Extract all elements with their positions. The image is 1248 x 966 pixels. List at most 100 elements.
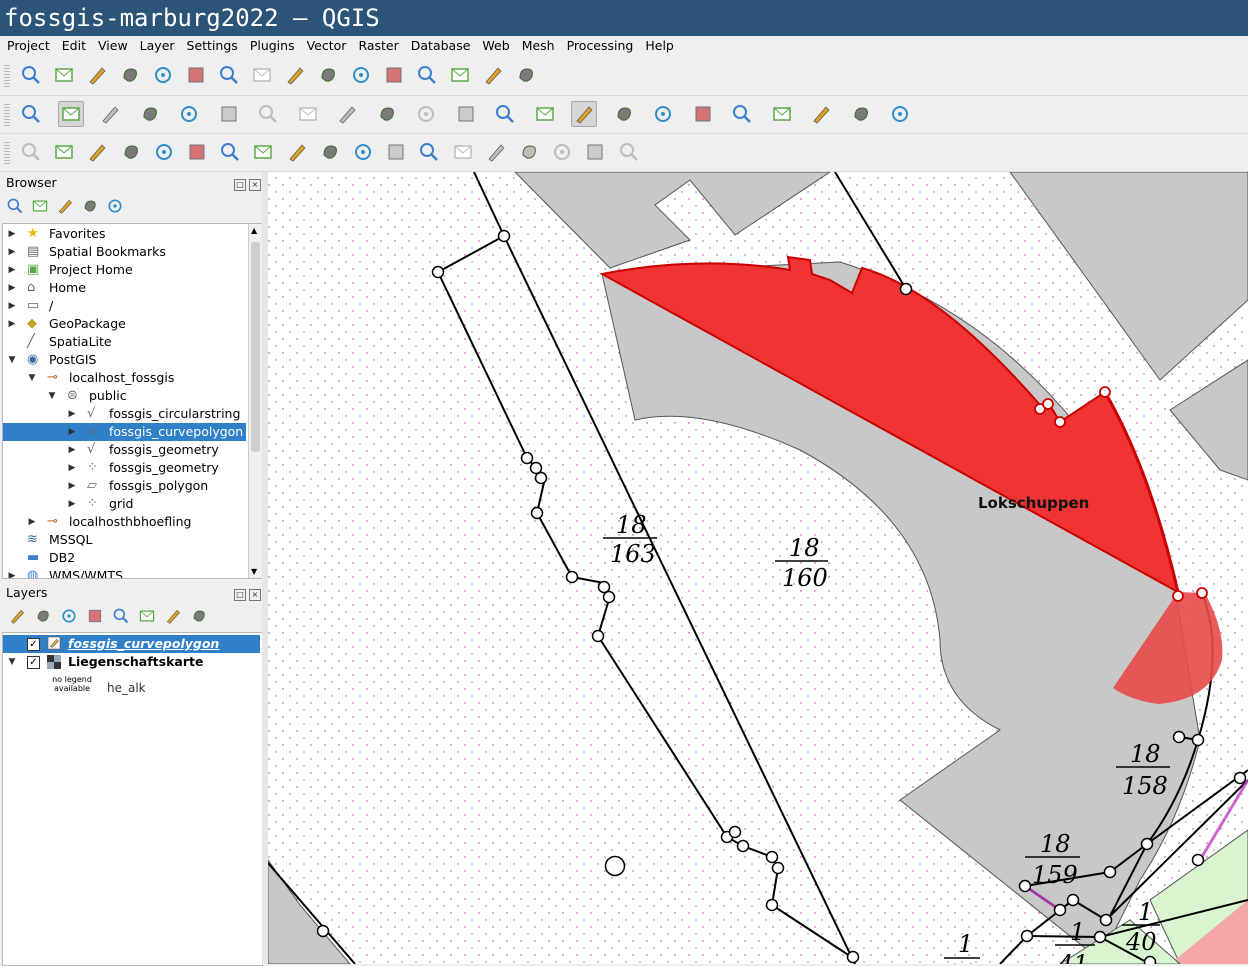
browser-item-public[interactable]: ▼ ⊜ public: [3, 387, 246, 405]
simplify-icon[interactable]: [151, 139, 177, 165]
expand-arrow-icon[interactable]: ▶: [7, 261, 17, 279]
expand-arrow-icon[interactable]: ▶: [67, 459, 77, 477]
add-ring-icon[interactable]: [184, 139, 210, 165]
browser-item-db2[interactable]: ▬ DB2: [3, 549, 246, 567]
save-edits-icon[interactable]: [97, 101, 123, 127]
expand-arrow-icon[interactable]: ▶: [67, 441, 77, 459]
toolbar-handle[interactable]: [4, 142, 10, 164]
float-icon[interactable]: □: [234, 179, 246, 191]
expand-arrow-icon[interactable]: ▶: [67, 495, 77, 513]
scrollbar-thumb[interactable]: [251, 242, 260, 452]
browser-item-home[interactable]: ▶ ⌂ Home: [3, 279, 246, 297]
browser-item-project-home[interactable]: ▶ ▣ Project Home: [3, 261, 246, 279]
collapse-all-icon[interactable]: [81, 197, 99, 215]
refresh-icon[interactable]: [31, 197, 49, 215]
select-by-value-icon[interactable]: [808, 101, 834, 127]
collapse-arrow-icon[interactable]: ▼: [27, 369, 37, 387]
scroll-down-icon[interactable]: ▼: [251, 567, 257, 576]
rotate-point-icon[interactable]: [549, 139, 575, 165]
collapse-arrow-icon[interactable]: ▼: [7, 351, 17, 369]
select-features-icon[interactable]: [769, 101, 795, 127]
expand-arrow-icon[interactable]: ▶: [7, 243, 17, 261]
zoom-full-icon[interactable]: [150, 62, 176, 88]
add-feature-icon[interactable]: [137, 101, 163, 127]
toggle-editing-icon[interactable]: [57, 101, 84, 127]
collapse-arrow-icon[interactable]: ▼: [47, 387, 57, 405]
float-icon[interactable]: □: [234, 589, 246, 601]
close-icon[interactable]: ×: [249, 589, 261, 601]
copy-features-icon[interactable]: [334, 101, 360, 127]
browser-item-fossgis-geometry[interactable]: ▶ ⁘ fossgis_geometry: [3, 459, 246, 477]
layer-row-curvepolygon[interactable]: ✓ fossgis_curvepolygon: [3, 635, 260, 653]
zoom-last-icon[interactable]: [282, 62, 308, 88]
split-parts-icon[interactable]: [450, 139, 476, 165]
cut-features-icon[interactable]: [295, 101, 321, 127]
identify-features-icon[interactable]: [532, 101, 558, 127]
paste-features-icon[interactable]: [374, 101, 400, 127]
current-edits-icon[interactable]: [18, 101, 44, 127]
browser-item-mssql[interactable]: ≋ MSSQL: [3, 531, 246, 549]
menu-plugins[interactable]: Plugins: [245, 36, 300, 56]
browser-scrollbar[interactable]: ▲ ▼: [248, 224, 262, 578]
layer-row-liegenschaftskarte[interactable]: ▼ ✓ Liegenschaftskarte: [3, 653, 260, 671]
toolbar-handle[interactable]: [4, 65, 10, 87]
split-features-icon[interactable]: [416, 139, 442, 165]
add-part-icon[interactable]: [217, 139, 243, 165]
menu-view[interactable]: View: [93, 36, 133, 56]
zoom-out-icon[interactable]: [117, 62, 143, 88]
visibility-icon[interactable]: [60, 607, 78, 625]
pan-to-selection-icon[interactable]: [51, 62, 77, 88]
zoom-next-icon[interactable]: [315, 62, 341, 88]
collapse-all-icon[interactable]: [164, 607, 182, 625]
new-bookmark-icon[interactable]: [414, 62, 440, 88]
reverse-line-icon[interactable]: [582, 139, 608, 165]
delete-ring-icon[interactable]: [284, 139, 310, 165]
menu-database[interactable]: Database: [406, 36, 476, 56]
menu-settings[interactable]: Settings: [182, 36, 243, 56]
menu-processing[interactable]: Processing: [562, 36, 639, 56]
expand-arrow-icon[interactable]: ▶: [67, 423, 77, 441]
menu-layer[interactable]: Layer: [135, 36, 180, 56]
browser-item-postgis[interactable]: ▼ ◉ PostGIS: [3, 351, 246, 369]
merge-selected-icon[interactable]: [483, 139, 509, 165]
remove-layer-icon[interactable]: [190, 607, 208, 625]
refresh-icon[interactable]: [513, 62, 539, 88]
expand-arrow-icon[interactable]: ▶: [27, 513, 37, 531]
redo-icon[interactable]: [453, 101, 479, 127]
vertex-tool-icon[interactable]: [176, 101, 202, 127]
zoom-native-icon[interactable]: [249, 62, 275, 88]
browser-item-[interactable]: ▶ ▭ /: [3, 297, 246, 315]
browser-item-fossgis-polygon[interactable]: ▶ ▱ fossgis_polygon: [3, 477, 246, 495]
filter-legend-icon[interactable]: [86, 607, 104, 625]
expand-arrow-icon[interactable]: ▶: [7, 297, 17, 315]
add-ellipse-icon[interactable]: [650, 101, 676, 127]
filter-icon[interactable]: [56, 197, 74, 215]
add-group-icon[interactable]: [34, 607, 52, 625]
menu-web[interactable]: Web: [477, 36, 514, 56]
menu-raster[interactable]: Raster: [353, 36, 403, 56]
delete-selected-icon[interactable]: [255, 101, 281, 127]
browser-item-geopackage[interactable]: ▶ ◆ GeoPackage: [3, 315, 246, 333]
reshape-icon[interactable]: [350, 139, 376, 165]
fill-ring-icon[interactable]: [250, 139, 276, 165]
browser-item-grid[interactable]: ▶ ⁘ grid: [3, 495, 246, 513]
new-3d-map-icon[interactable]: [381, 62, 407, 88]
scroll-up-icon[interactable]: ▲: [251, 226, 257, 235]
show-bookmarks-icon[interactable]: [447, 62, 473, 88]
menu-help[interactable]: Help: [640, 36, 679, 56]
menu-edit[interactable]: Edit: [57, 36, 91, 56]
browser-item-wms-wmts[interactable]: ▶ ◍ WMS/WMTS: [3, 567, 246, 578]
zoom-to-layer-icon[interactable]: [216, 62, 242, 88]
add-rectangle-icon[interactable]: [690, 101, 716, 127]
temporal-controller-icon[interactable]: [480, 62, 506, 88]
browser-item-fossgis-curvepolygon[interactable]: ▶ ▱ fossgis_curvepolygon: [3, 423, 246, 441]
python-console-icon[interactable]: [492, 101, 518, 127]
expand-arrow-icon[interactable]: ▶: [7, 279, 17, 297]
annotation-icon[interactable]: [887, 101, 913, 127]
delete-part-icon[interactable]: [317, 139, 343, 165]
menu-vector[interactable]: Vector: [302, 36, 352, 56]
browser-item-favorites[interactable]: ▶ ★ Favorites: [3, 225, 246, 243]
menu-project[interactable]: Project: [2, 36, 55, 56]
close-icon[interactable]: ×: [249, 179, 261, 191]
expand-arrow-icon[interactable]: ▶: [67, 477, 77, 495]
